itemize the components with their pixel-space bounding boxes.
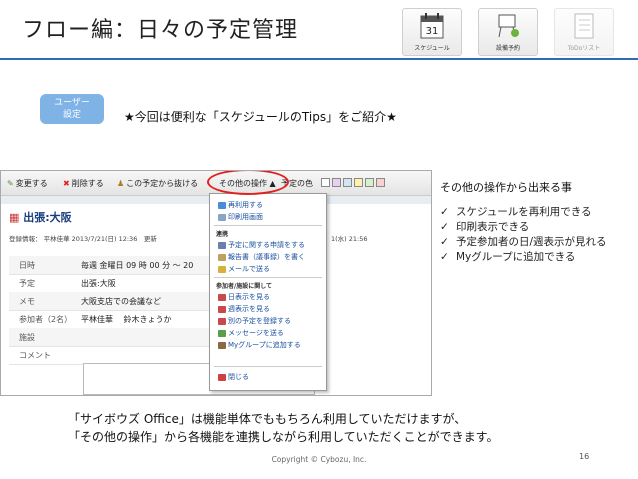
menu-item-print[interactable]: 印刷用画面 (218, 212, 263, 222)
app-facility-tile[interactable]: 設備予約 (478, 8, 538, 56)
side-heading: その他の操作から出来る事 (440, 181, 572, 194)
menu-item-request[interactable]: 予定に関する申請をする (218, 240, 305, 250)
menu-item-mail[interactable]: メールで送る (218, 264, 270, 274)
color-swatch-violet[interactable] (332, 178, 341, 187)
menu-item-new-event[interactable]: 別の予定を登録する (218, 316, 291, 326)
event-meta: 登録情報： 平林佳華 2013/7/21(日) 12:36 更新 (9, 235, 157, 243)
menu-section-link: 連携 (216, 231, 229, 238)
app-label: 設備予約 (495, 45, 520, 52)
delete-icon: ✖ (63, 179, 70, 188)
footer-line-1: 「サイボウズ Office」は機能単体でももちろん利用していただけますが、 (68, 412, 467, 426)
request-icon (218, 241, 226, 249)
side-list: ✓ スケジュールを再利用できる ✓ 印刷表示できる ✓ 予定参加者の日/週表示が見れる… (440, 204, 607, 264)
mail-icon (218, 265, 226, 273)
menu-item-message[interactable]: メッセージを送る (218, 328, 284, 338)
group-icon (218, 341, 226, 349)
check-icon: ✓ (440, 251, 449, 263)
color-swatch-yellow[interactable] (354, 178, 363, 187)
event-meta-updated: 1(水) 21:56 (331, 235, 368, 243)
person-icon: ♟ (117, 179, 125, 188)
list-item: ✓ スケジュールを再利用できる (440, 206, 592, 218)
menu-item-mygroup[interactable]: Myグループに追加する (218, 340, 301, 350)
detail-row: 施設 (9, 328, 209, 347)
menu-divider (214, 277, 322, 278)
menu-divider (214, 366, 322, 367)
menu-item-day-view[interactable]: 日表示を見る (218, 292, 270, 302)
message-icon (218, 329, 226, 337)
detail-row: 参加者（2名） 平林佳華 鈴木きょうか (9, 310, 209, 329)
pencil-icon: ✎ (7, 179, 14, 188)
delete-button[interactable]: ✖ 削除する (63, 178, 104, 189)
footer-line-2: 「その他の操作」から各機能を連携しながら利用していただくことができます。 (68, 430, 499, 444)
calendar-icon: 31 (420, 13, 444, 39)
menu-item-report[interactable]: 報告書（議事録）を書く (218, 252, 305, 262)
menu-divider (214, 225, 322, 226)
app-todo-tile[interactable]: ToDoリスト (554, 8, 614, 56)
title-rule (0, 58, 638, 60)
event-title: ▦ 出張:大阪 (9, 211, 72, 224)
calendar-small-icon: ▦ (9, 211, 20, 224)
intro-text: ★今回は便利な「スケジュールのTips」をご紹介★ (124, 110, 397, 124)
color-swatch-red[interactable] (376, 178, 385, 187)
menu-item-reuse[interactable]: 再利用する (218, 200, 263, 210)
slide-title: フロー編：日々の予定管理 (22, 18, 299, 43)
check-icon: ✓ (440, 221, 449, 233)
list-item: ✓ 印刷表示できる (440, 221, 530, 233)
leave-button[interactable]: ♟ この予定から抜ける (117, 178, 198, 189)
close-icon (218, 373, 226, 381)
app-label: スケジュール (414, 45, 450, 52)
reuse-icon (218, 201, 226, 209)
menu-item-week-view[interactable]: 週表示を見る (218, 304, 270, 314)
copyright: Copyright © Cybozu, Inc. (271, 455, 367, 464)
detail-row: メモ 大阪支店での会議など (9, 292, 209, 311)
report-icon (218, 253, 226, 261)
other-ops-menu: 再利用する 印刷用画面 連携 予定に関する申請をする 報告書（議事録）を書く メ… (209, 193, 327, 391)
list-item: ✓ Myグループに追加できる (440, 251, 576, 263)
day-view-icon (218, 293, 226, 301)
check-icon: ✓ (440, 206, 449, 218)
print-icon (218, 213, 226, 221)
color-swatch-blue[interactable] (343, 178, 352, 187)
facility-icon (498, 14, 519, 38)
app-label: ToDoリスト (567, 45, 601, 52)
new-event-icon (218, 317, 226, 325)
app-schedule-tile[interactable]: 31 スケジュール (402, 8, 462, 56)
color-swatch-green[interactable] (365, 178, 374, 187)
menu-section-member: 参加者/施設に関して (216, 283, 273, 290)
detail-row: 日時 毎週 金曜日 09 時 00 分 ～ 20 (9, 256, 209, 275)
check-icon: ✓ (440, 236, 449, 248)
schedule-screenshot: ✎ 変更する ✖ 削除する ♟ この予定から抜ける その他の操作 ▲ 予定の色 ▦ 出… (0, 170, 432, 396)
highlight-oval (207, 171, 289, 195)
menu-item-close[interactable]: 閉じる (218, 372, 249, 382)
change-button[interactable]: ✎ 変更する (7, 178, 48, 189)
user-settings-badge: ユーザー 設定 (40, 94, 104, 124)
color-swatch-white[interactable] (321, 178, 330, 187)
detail-row: 予定 出張:大阪 (9, 274, 209, 293)
list-item: ✓ 予定参加者の日/週表示が見れる (440, 236, 607, 248)
todo-icon (574, 13, 594, 39)
svg-text:31: 31 (426, 26, 439, 37)
week-view-icon (218, 305, 226, 313)
